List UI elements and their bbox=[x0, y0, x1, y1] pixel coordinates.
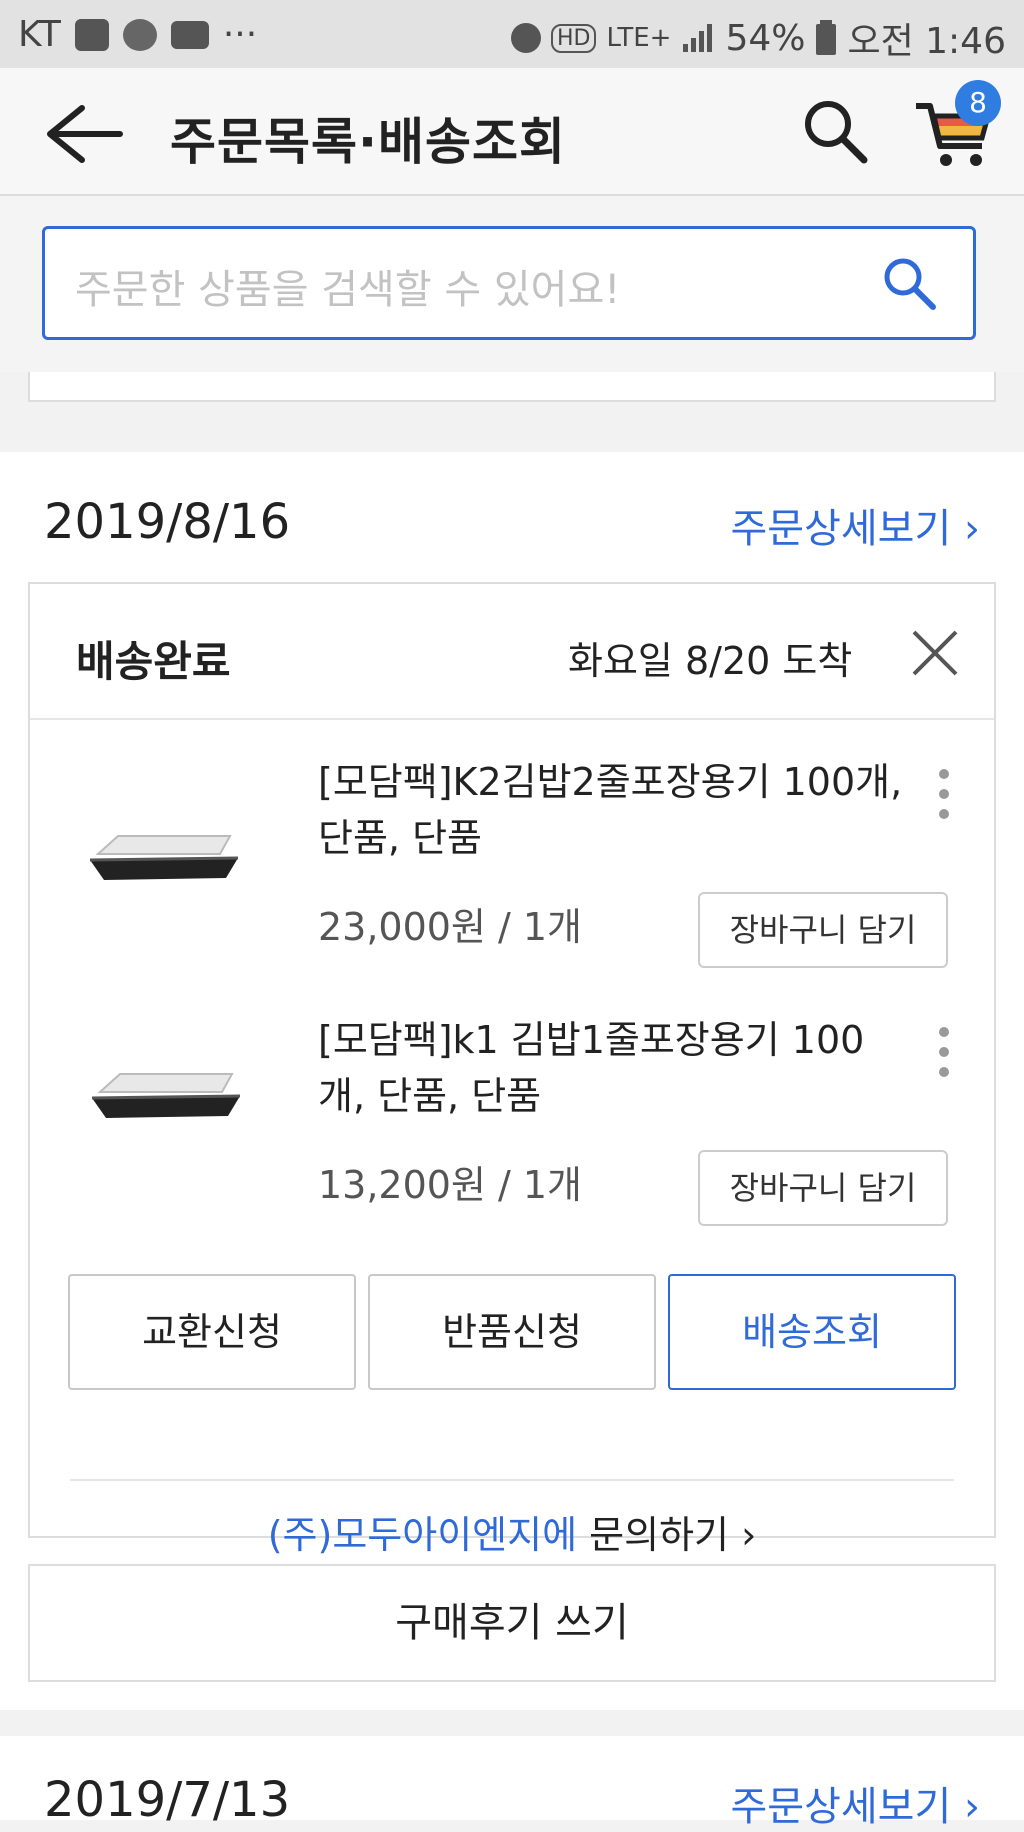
search-submit-icon[interactable] bbox=[879, 253, 939, 313]
write-review-button[interactable]: 구매후기 쓰기 bbox=[28, 1564, 996, 1682]
return-request-button[interactable]: 반품신청 bbox=[368, 1274, 656, 1390]
signal-icon bbox=[683, 24, 713, 52]
product-name[interactable]: [모담팩]K2김밥2줄포장용기 100개, 단품, 단품 bbox=[318, 754, 908, 866]
product-image[interactable] bbox=[70, 994, 250, 1184]
chevron-right-icon: › bbox=[951, 1784, 980, 1830]
order-section: 2019/8/16 주문상세보기 › 배송완료 화요일 8/20 도착 [모담팩… bbox=[0, 452, 1024, 1710]
cart-count-badge: 8 bbox=[955, 80, 1001, 126]
order-detail-link[interactable]: 주문상세보기 › bbox=[730, 496, 980, 554]
search-placeholder: 주문한 상품을 검색할 수 있어요! bbox=[75, 267, 621, 313]
order-card: 배송완료 화요일 8/20 도착 [모담팩]K2김밥2줄포장용기 100개, 단… bbox=[28, 582, 996, 1557]
exchange-request-button[interactable]: 교환신청 bbox=[68, 1274, 356, 1390]
clock: 오전 1:46 bbox=[847, 21, 1006, 62]
product-price: 23,000원 / 1개 bbox=[318, 905, 583, 949]
carrier-label: KT bbox=[18, 14, 61, 55]
track-delivery-button[interactable]: 배송조회 bbox=[668, 1274, 956, 1390]
page-title: 주문목록·배송조회 bbox=[170, 113, 566, 171]
maps-icon bbox=[74, 18, 109, 51]
youtube-icon bbox=[170, 20, 209, 49]
band-icon bbox=[122, 18, 157, 51]
arrival-date: 화요일 8/20 도착 bbox=[568, 639, 853, 683]
battery-percent: 54% bbox=[725, 17, 806, 59]
order-search-input[interactable]: 주문한 상품을 검색할 수 있어요! bbox=[42, 226, 976, 340]
product-image[interactable] bbox=[70, 762, 250, 952]
add-to-cart-button[interactable]: 장바구니 담기 bbox=[698, 892, 948, 968]
divider bbox=[70, 1479, 954, 1481]
close-icon[interactable] bbox=[910, 628, 960, 678]
product-price: 13,200원 / 1개 bbox=[318, 1163, 583, 1207]
status-bar: KT ··· HD LTE+ 54% 오전 1:46 bbox=[0, 0, 1024, 68]
delivery-status: 배송완료 bbox=[76, 637, 231, 686]
add-to-cart-button[interactable]: 장바구니 담기 bbox=[698, 1150, 948, 1226]
alarm-icon bbox=[510, 23, 541, 53]
product-name[interactable]: [모담팩]k1 김밥1줄포장용기 100개, 단품, 단품 bbox=[318, 1012, 908, 1124]
chevron-right-icon: › bbox=[729, 1513, 757, 1557]
battery-icon bbox=[816, 20, 837, 55]
order-search-area: 주문한 상품을 검색할 수 있어요! bbox=[0, 196, 1024, 372]
status-right: HD LTE+ 54% 오전 1:46 bbox=[510, 12, 1006, 64]
network-label: LTE+ bbox=[606, 23, 672, 53]
search-icon[interactable] bbox=[800, 96, 870, 166]
order-date: 2019/8/16 bbox=[44, 494, 291, 550]
container-tray-image bbox=[91, 1073, 241, 1118]
more-options-icon[interactable] bbox=[936, 1026, 952, 1078]
order-detail-label: 주문상세보기 bbox=[730, 506, 952, 552]
order-detail-label: 주문상세보기 bbox=[730, 1784, 952, 1830]
chevron-right-icon: › bbox=[951, 506, 980, 552]
container-tray-image bbox=[89, 835, 239, 880]
inquiry-label: 문의하기 bbox=[589, 1513, 729, 1557]
status-left: KT ··· bbox=[18, 14, 257, 55]
seller-name: (주)모두아이엔지에 bbox=[267, 1513, 578, 1557]
order-detail-link[interactable]: 주문상세보기 › bbox=[730, 1774, 980, 1832]
order-card-header: 배송완료 화요일 8/20 도착 bbox=[30, 584, 994, 720]
hd-icon: HD bbox=[550, 23, 597, 53]
seller-inquiry-link[interactable]: (주)모두아이엔지에 문의하기 › bbox=[30, 1504, 994, 1559]
order-section: 2019/7/13 주문상세보기 › bbox=[0, 1736, 1024, 1830]
back-arrow-icon[interactable] bbox=[40, 98, 130, 168]
app-header: 주문목록·배송조회 8 bbox=[0, 68, 1024, 196]
previous-order-card-edge bbox=[28, 372, 996, 402]
more-options-icon[interactable] bbox=[936, 768, 952, 820]
more-notifications: ··· bbox=[222, 14, 258, 55]
